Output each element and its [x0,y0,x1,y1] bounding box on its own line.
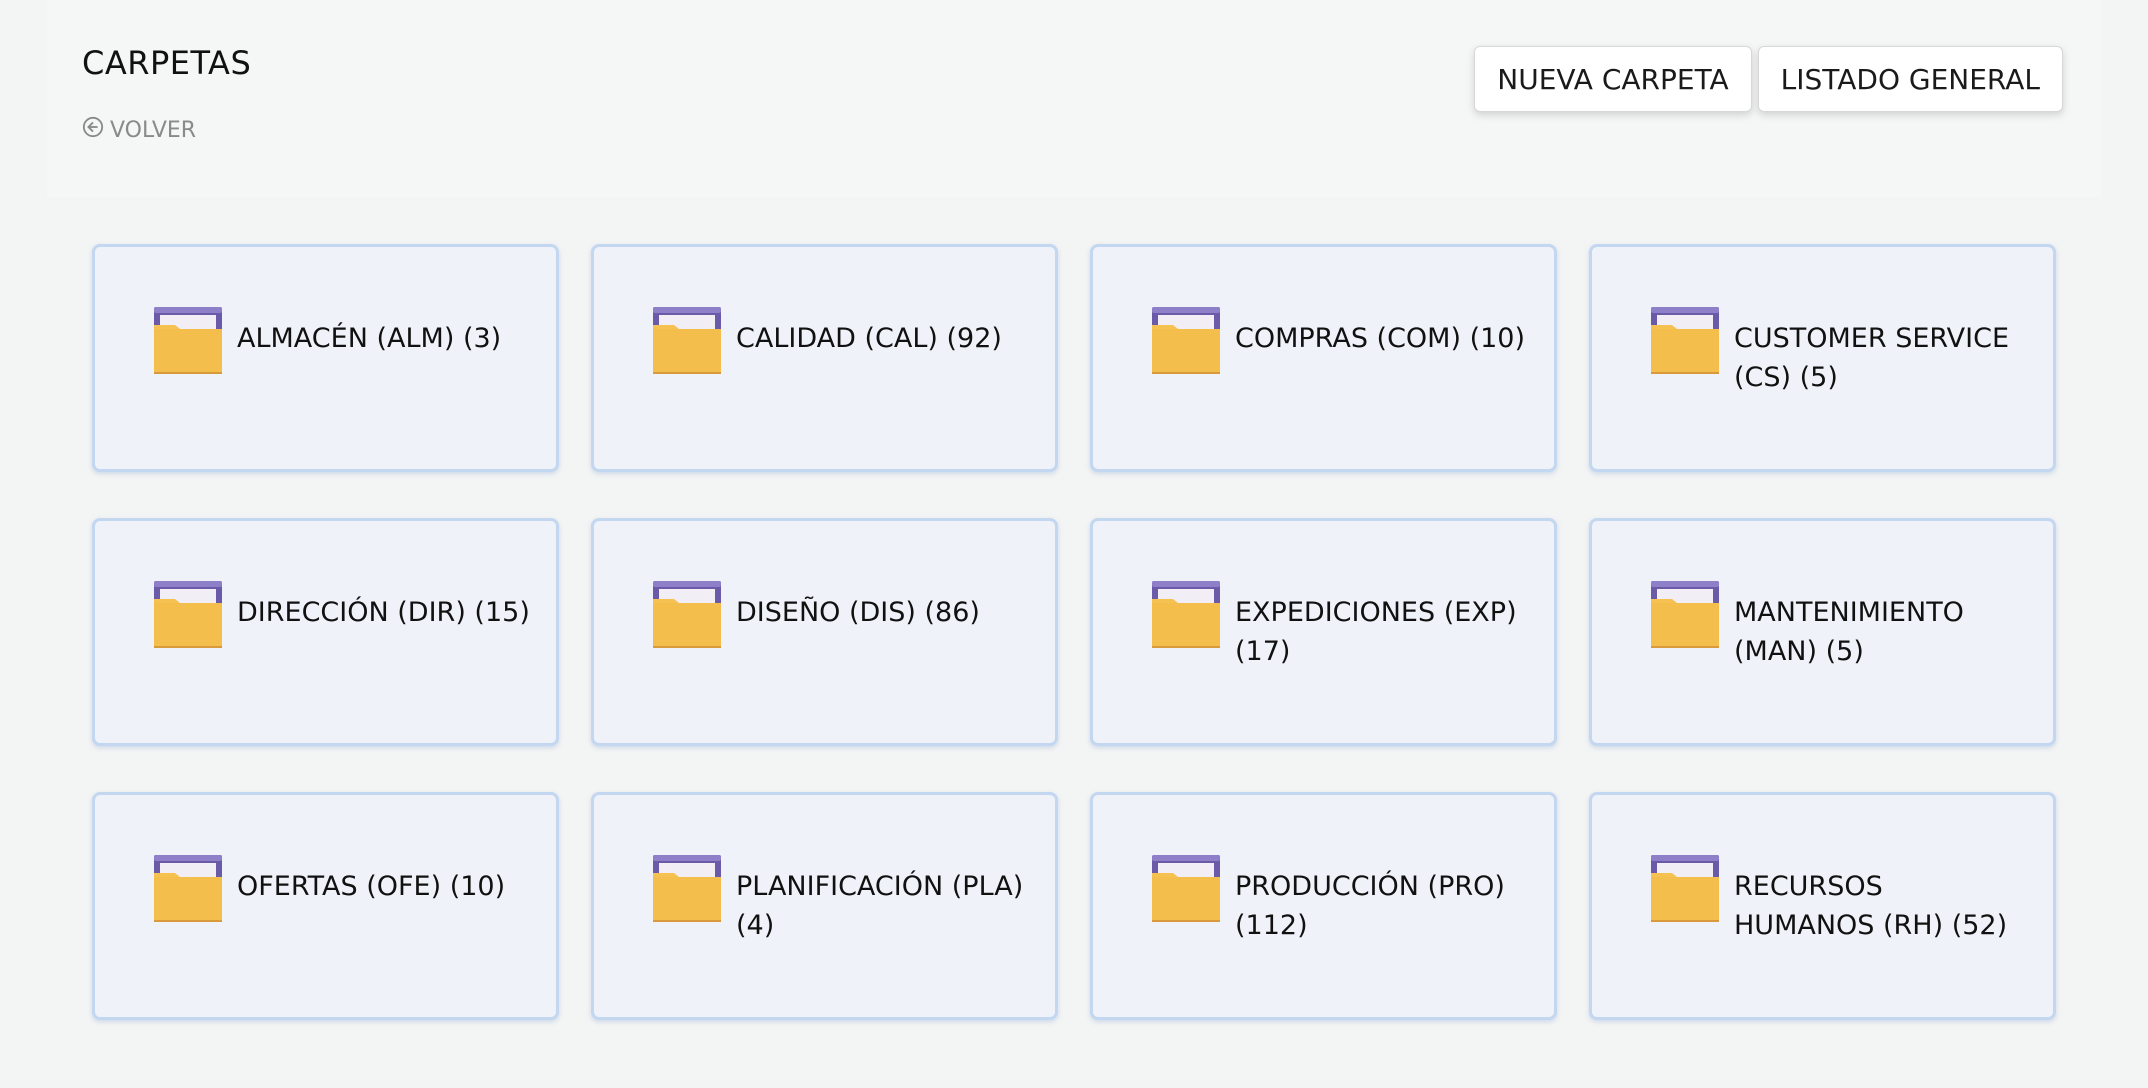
folder-icon [153,853,223,923]
folder-card[interactable]: EXPEDICIONES (EXP) (17) [1090,518,1557,746]
folder-label: OFERTAS (OFE) (10) [237,871,506,902]
new-folder-button[interactable]: NUEVA CARPETA [1474,46,1752,112]
folder-grid: ALMACÉN (ALM) (3) CALIDAD (CAL) (92) COM… [92,244,2056,1020]
folder-icon [153,305,223,375]
general-list-button[interactable]: LISTADO GENERAL [1757,46,2063,112]
back-link-label: VOLVER [110,117,197,143]
folder-label: PLANIFICACIÓN (PLA) (4) [736,871,1024,941]
folder-label: ALMACÉN (ALM) (3) [237,323,502,354]
folder-icon [1650,579,1720,649]
folder-label: RECURSOS HUMANOS (RH) (52) [1734,871,2008,941]
folder-card[interactable]: DISEÑO (DIS) (86) [591,518,1058,746]
folder-label: EXPEDICIONES (EXP) (17) [1235,597,1517,667]
folder-icon [1650,305,1720,375]
arrow-left-circle-icon [82,116,104,144]
folder-icon [153,579,223,649]
top-actions: NUEVA CARPETA LISTADO GENERAL [1474,46,2063,112]
folder-card[interactable]: CUSTOMER SERVICE (CS) (5) [1589,244,2056,472]
folder-card[interactable]: PLANIFICACIÓN (PLA) (4) [591,792,1058,1020]
folder-icon [652,579,722,649]
folder-card[interactable]: RECURSOS HUMANOS (RH) (52) [1589,792,2056,1020]
folder-icon [1151,853,1221,923]
folder-card[interactable]: COMPRAS (COM) (10) [1090,244,1557,472]
folder-icon [652,853,722,923]
folder-label: CUSTOMER SERVICE (CS) (5) [1734,323,2010,393]
folder-icon [1650,853,1720,923]
folder-icon [652,305,722,375]
folder-card[interactable]: ALMACÉN (ALM) (3) [92,244,559,472]
folder-card[interactable]: MANTENIMIENTO (MAN) (5) [1589,518,2056,746]
folder-label: COMPRAS (COM) (10) [1235,323,1526,354]
folder-icon [1151,579,1221,649]
folder-label: DIRECCIÓN (DIR) (15) [237,597,530,628]
page-title: CARPETAS [82,44,252,82]
folder-card[interactable]: CALIDAD (CAL) (92) [591,244,1058,472]
folder-label: CALIDAD (CAL) (92) [736,323,1002,354]
folder-label: PRODUCCIÓN (PRO) (112) [1235,871,1505,941]
folder-label: DISEÑO (DIS) (86) [736,597,980,628]
folder-card[interactable]: PRODUCCIÓN (PRO) (112) [1090,792,1557,1020]
folder-card[interactable]: DIRECCIÓN (DIR) (15) [92,518,559,746]
folder-label: MANTENIMIENTO (MAN) (5) [1734,597,1964,667]
folder-card[interactable]: OFERTAS (OFE) (10) [92,792,559,1020]
back-link[interactable]: VOLVER [82,116,196,144]
folder-icon [1151,305,1221,375]
